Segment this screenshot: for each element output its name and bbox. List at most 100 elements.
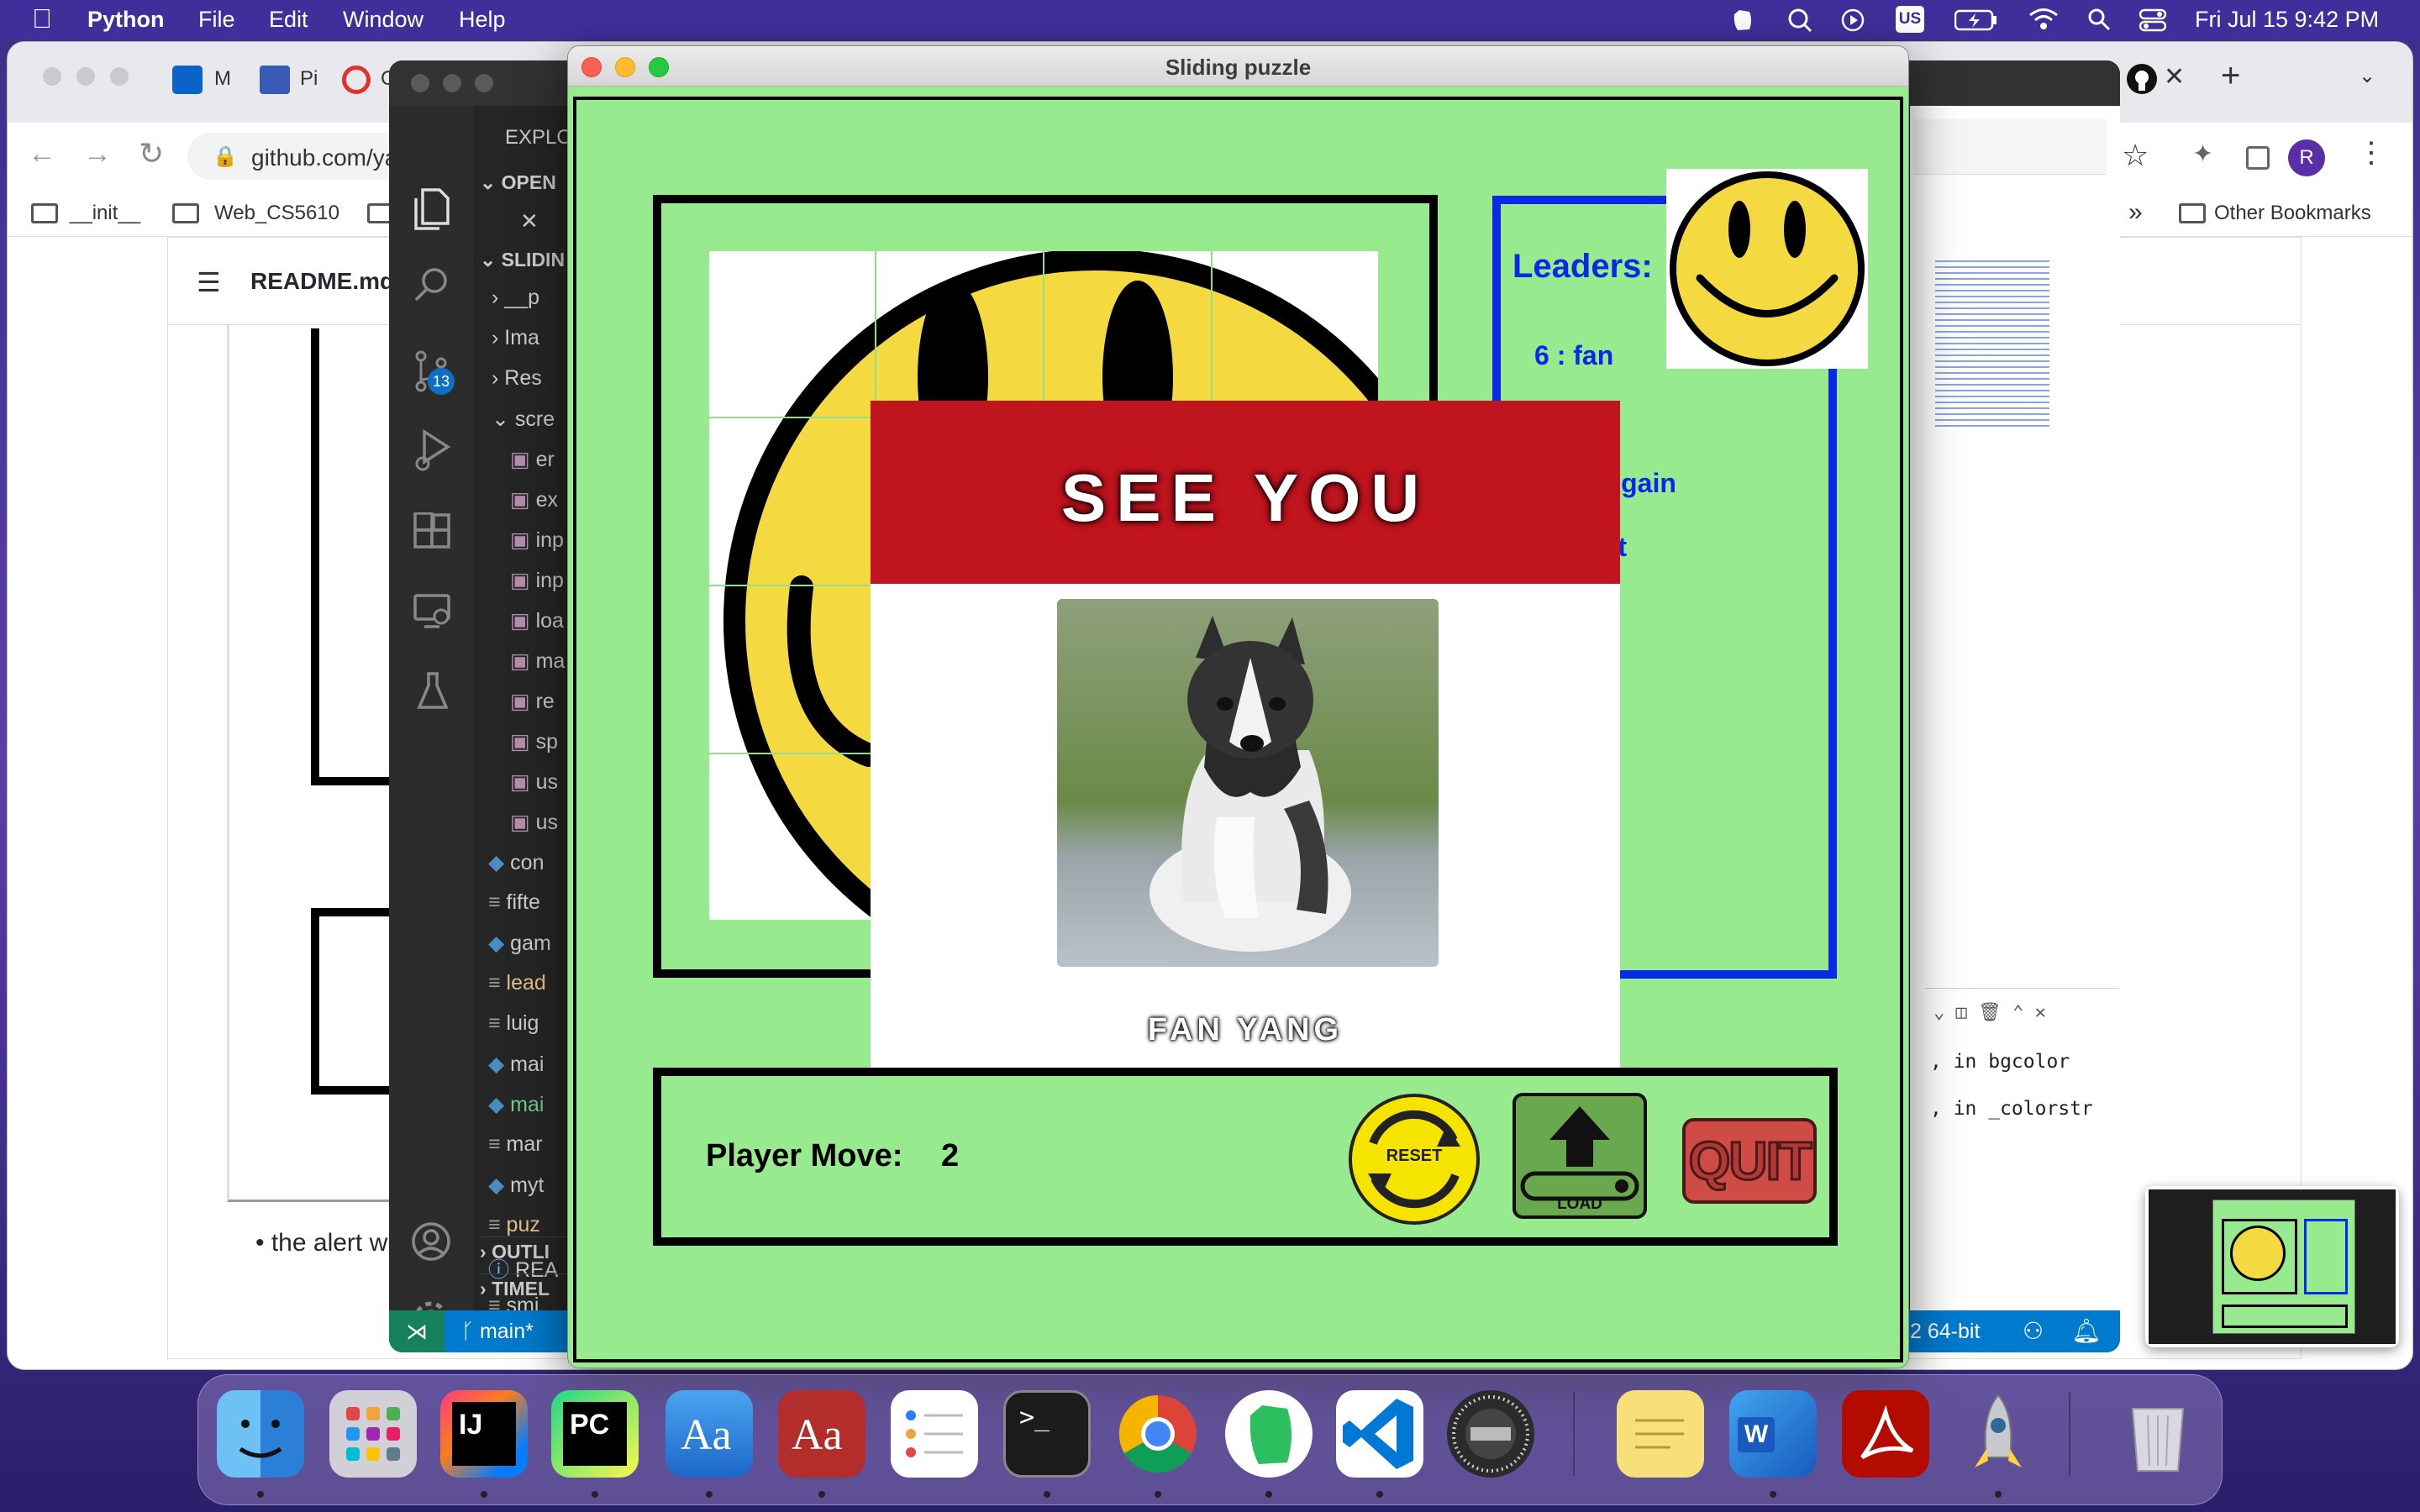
wifi-icon[interactable]	[2028, 8, 2059, 31]
window-minimize-button[interactable]	[76, 67, 95, 86]
control-center-icon[interactable]	[2139, 8, 2166, 32]
side-panel-icon[interactable]	[2246, 146, 2270, 170]
more-bookmarks-chevron[interactable]: »	[2128, 198, 2143, 227]
apple-icon[interactable]: 	[32, 3, 52, 34]
file-tree-label: mai	[510, 1093, 544, 1116]
load-label: LOAD	[1557, 1195, 1602, 1213]
window-zoom-button[interactable]	[110, 67, 129, 86]
window-close-button[interactable]	[43, 67, 61, 86]
menubar-clock[interactable]: Fri Jul 15 9:42 PM	[2195, 7, 2379, 33]
file-tree-label: Res	[504, 366, 542, 390]
search-icon[interactable]	[2087, 8, 2111, 31]
more-menu-icon[interactable]: ⋮	[2357, 136, 2386, 170]
file-tree-label: myt	[510, 1173, 544, 1197]
document-tab-icon	[260, 66, 290, 94]
bookmark-folder[interactable]: __init__	[70, 202, 140, 225]
evernote-icon[interactable]	[1225, 1390, 1313, 1478]
notifications-bell-icon[interactable]: 🔔︎	[2071, 1317, 2102, 1345]
other-bookmarks[interactable]: Other Bookmarks	[2214, 202, 2371, 225]
feedback-icon[interactable]: ⚇	[2023, 1317, 2044, 1345]
leaders-title: Leaders:	[1512, 248, 1653, 285]
menu-window[interactable]: Window	[343, 7, 424, 33]
terminal-icon[interactable]: >_	[1003, 1390, 1091, 1478]
trash-icon[interactable]	[2114, 1390, 2202, 1478]
pycharm-icon[interactable]: PC	[551, 1390, 639, 1478]
python-launcher-icon[interactable]	[1954, 1390, 2042, 1478]
player-move-label: Player Move:	[706, 1138, 903, 1173]
leader-smiley-thumbnail	[1666, 169, 1868, 369]
image-file-icon: ▣	[510, 528, 536, 552]
forward-icon[interactable]: →	[83, 138, 112, 171]
extensions-icon[interactable]: ✦	[2192, 139, 2213, 169]
launchpad-icon[interactable]	[329, 1390, 417, 1478]
app-menu[interactable]: Python	[87, 7, 165, 33]
menu-edit[interactable]: Edit	[269, 7, 308, 33]
remote-indicator-icon[interactable]: ⋊	[389, 1310, 445, 1352]
acrobat-icon[interactable]	[1842, 1390, 1929, 1478]
remote-explorer-icon[interactable]	[413, 593, 451, 630]
search-icon[interactable]	[413, 265, 450, 302]
menu-file[interactable]: File	[198, 7, 235, 33]
file-tree-label: ma	[535, 649, 566, 673]
leader-entry: 6 : fan	[1534, 340, 1614, 370]
keyboard-input-badge[interactable]: US	[1896, 6, 1924, 33]
outline-list-icon[interactable]: ☰	[197, 266, 221, 298]
husky-photo	[1057, 599, 1439, 967]
evernote-icon[interactable]	[1729, 8, 1754, 33]
spotlight-icon[interactable]	[1786, 7, 1813, 34]
address-text[interactable]: github.com/ya	[251, 144, 397, 171]
branch-indicator[interactable]: ᚴ main*	[461, 1320, 534, 1344]
readme-image-box	[311, 908, 395, 1095]
finder-icon[interactable]	[217, 1390, 304, 1478]
dictionary-icon[interactable]: Aa	[666, 1390, 753, 1478]
terminal-panel-actions[interactable]: ⌄ ◫ 🗑 ⌃ ✕	[1933, 1002, 2046, 1023]
menu-help[interactable]: Help	[459, 7, 506, 33]
section-label: OPEN	[501, 171, 556, 193]
testing-icon[interactable]	[416, 670, 450, 711]
running-indicator	[1995, 1491, 2002, 1498]
text-file-icon: ≡	[488, 890, 507, 914]
vscode-icon[interactable]	[1336, 1390, 1423, 1478]
battery-icon[interactable]	[1954, 9, 1998, 31]
stickies-icon[interactable]	[1617, 1390, 1704, 1478]
bookmark-folder[interactable]: Web_CS5610	[214, 202, 339, 225]
play-icon[interactable]	[1840, 8, 1865, 33]
dock-divider	[1573, 1392, 1575, 1476]
files-icon[interactable]	[411, 186, 451, 230]
code-minimap	[1935, 260, 2049, 428]
extensions-icon[interactable]	[413, 512, 451, 551]
new-tab-button[interactable]: +	[2221, 57, 2240, 95]
intellij-icon[interactable]: IJ	[440, 1390, 528, 1478]
run-debug-icon[interactable]	[413, 428, 451, 472]
reload-icon[interactable]: ↻	[139, 136, 164, 171]
browser-tab[interactable]: M	[214, 67, 231, 91]
close-tab-icon[interactable]: ✕	[2164, 62, 2185, 92]
chrome-icon[interactable]	[1114, 1390, 1202, 1478]
load-button[interactable]: LOAD	[1512, 1093, 1647, 1219]
word-icon[interactable]: W	[1729, 1390, 1817, 1478]
puzzle-window: Sliding puzzle Leaders: 6 : fanAgainntp	[567, 45, 1909, 1368]
window-close-button[interactable]	[411, 74, 429, 92]
profile-avatar[interactable]: R	[2288, 139, 2325, 176]
reset-button[interactable]: RESET	[1346, 1091, 1482, 1227]
running-indicator	[481, 1491, 487, 1498]
readme-title[interactable]: README.md	[250, 268, 394, 295]
browser-tab[interactable]: Pi	[300, 67, 318, 91]
window-preview-thumbnail[interactable]	[2145, 1186, 2399, 1347]
reminders-icon[interactable]	[891, 1390, 978, 1478]
outlook-tab-icon	[172, 66, 203, 94]
bookmark-star-icon[interactable]: ☆	[2122, 138, 2149, 173]
dictionary-app-glyph: Aa	[792, 1411, 843, 1459]
account-icon[interactable]	[411, 1221, 451, 1262]
window-minimize-button[interactable]	[443, 74, 461, 92]
window-zoom-button[interactable]	[475, 74, 493, 92]
python-interpreter[interactable]: 2 64-bit	[1910, 1320, 1980, 1344]
tab-search-chevron-icon[interactable]: ⌄	[2359, 64, 2375, 88]
readme-bullet: • the alert w	[255, 1229, 388, 1257]
image-file-icon: ▣	[510, 649, 536, 673]
dictionary-app-icon[interactable]: Aa	[778, 1390, 865, 1478]
clock-icon[interactable]	[1447, 1390, 1534, 1478]
quit-button[interactable]: QUIT	[1682, 1118, 1817, 1204]
running-indicator	[1265, 1491, 1272, 1498]
back-icon[interactable]: ←	[28, 138, 56, 171]
